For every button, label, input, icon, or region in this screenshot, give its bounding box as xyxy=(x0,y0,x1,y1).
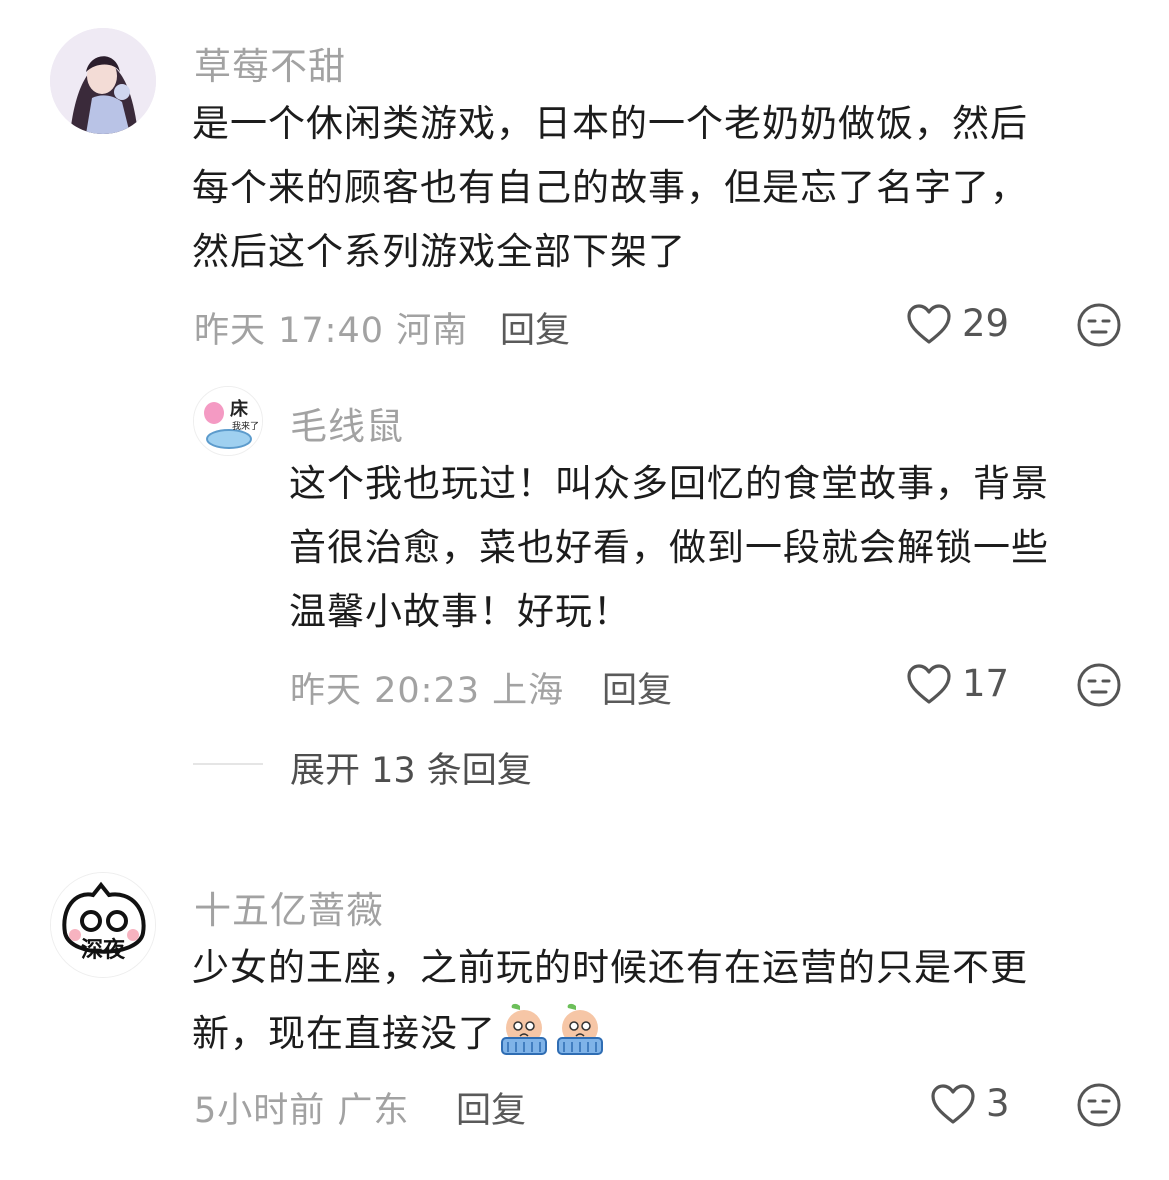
timestamp: 昨天 20:23 xyxy=(290,671,480,711)
dislike-button[interactable] xyxy=(1076,1082,1122,1132)
comment-text: 是一个休闲类游戏，日本的一个老奶奶做饭，然后 每个来的顾客也有自己的故事，但是忘… xyxy=(192,92,1132,284)
reply-button[interactable]: 回复 xyxy=(500,302,570,353)
heart-icon xyxy=(907,663,951,704)
comment-text: 这个我也玩过！叫众多回忆的食堂故事，背景 音很治愈，菜也好看，做到一段就会解锁一… xyxy=(289,452,1134,644)
crying-sticker-icon xyxy=(552,1000,608,1076)
timestamp: 昨天 17:40 xyxy=(194,311,384,351)
location: 广东 xyxy=(337,1091,410,1131)
username[interactable]: 十五亿蔷薇 xyxy=(194,880,384,934)
like-count: 3 xyxy=(986,1082,1010,1125)
unamused-face-icon xyxy=(1077,663,1121,707)
avatar-text-top: 床 xyxy=(230,398,249,420)
comment-text: 少女的王座，之前玩的时候还有在运营的只是不更 新，现在直接没了 xyxy=(192,936,1132,1076)
like-count: 29 xyxy=(962,302,1010,345)
like-button[interactable]: 17 xyxy=(906,662,1009,705)
like-button[interactable]: 29 xyxy=(906,302,1009,345)
expand-divider xyxy=(193,763,263,765)
unamused-face-icon xyxy=(1077,303,1121,347)
comment-line: 是一个休闲类游戏，日本的一个老奶奶做饭，然后 xyxy=(192,102,1028,145)
expand-replies-button[interactable]: 展开 13 条回复 xyxy=(290,742,532,793)
timestamp: 5小时前 xyxy=(194,1091,326,1131)
comment-meta: 昨天 20:23 上海 xyxy=(290,662,564,713)
dislike-button[interactable] xyxy=(1076,662,1122,712)
comment-line: 少女的王座，之前玩的时候还有在运营的只是不更 xyxy=(192,946,1028,989)
avatar[interactable]: 深夜 xyxy=(50,872,156,978)
crying-sticker-icon xyxy=(496,1000,552,1076)
comment-line: 然后这个系列游戏全部下架了 xyxy=(192,230,686,273)
comment-line: 每个来的顾客也有自己的故事，但是忘了名字了， xyxy=(192,166,1028,209)
unamused-face-icon xyxy=(1077,1083,1121,1127)
reply-button[interactable]: 回复 xyxy=(456,1082,526,1133)
heart-icon xyxy=(931,1083,975,1124)
avatar[interactable] xyxy=(50,28,156,134)
comment-line: 新，现在直接没了 xyxy=(192,1000,1132,1076)
comment-meta: 昨天 17:40 河南 xyxy=(194,302,468,353)
comment-line: 这个我也玩过！叫众多回忆的食堂故事，背景 xyxy=(289,462,1049,505)
dislike-button[interactable] xyxy=(1076,302,1122,352)
heart-icon xyxy=(907,303,951,344)
username[interactable]: 草莓不甜 xyxy=(194,36,346,90)
location: 河南 xyxy=(396,311,469,351)
location: 上海 xyxy=(492,671,565,711)
comment-meta: 5小时前 广东 xyxy=(194,1082,409,1133)
reply-button[interactable]: 回复 xyxy=(602,662,672,713)
like-count: 17 xyxy=(962,662,1010,705)
avatar-text-bottom: 我来了 xyxy=(232,421,259,432)
like-button[interactable]: 3 xyxy=(930,1082,1010,1125)
username[interactable]: 毛线鼠 xyxy=(290,396,404,450)
avatar[interactable]: 床 我来了 xyxy=(193,386,263,456)
comment-line: 音很治愈，菜也好看，做到一段就会解锁一些 xyxy=(289,526,1049,569)
avatar-text: 深夜 xyxy=(81,937,126,963)
comment-line: 温馨小故事！好玩！ xyxy=(289,590,631,633)
